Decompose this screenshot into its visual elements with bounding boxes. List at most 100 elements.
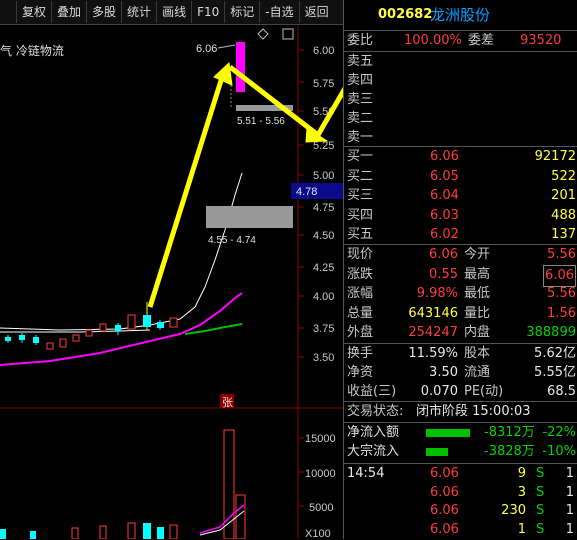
toolbar-overlay-button[interactable]: 叠加	[52, 1, 88, 23]
price-tick: 4.75	[313, 202, 334, 214]
fund-label: PE(动)	[464, 384, 504, 399]
volume-tick: 10000	[305, 468, 336, 480]
kline-chart[interactable]: 气 冷链物流 6.00 5.75 5.50 5.25 5.00 4.75 4.5…	[0, 25, 343, 539]
tick-volume: 1	[517, 521, 526, 537]
ma-flat-line	[0, 329, 151, 333]
ask-row[interactable]: 卖五	[344, 52, 577, 72]
quote-stat-row: 现价 6.06 今开 5.56	[344, 245, 577, 265]
flow-percent: -22%	[542, 425, 576, 440]
tick-side: S	[536, 521, 545, 537]
tick-time: 14:54	[347, 466, 385, 481]
arrowhead-down	[305, 127, 329, 143]
stat-value: 388899	[526, 325, 576, 340]
stat-label: 内盘	[464, 325, 491, 340]
stat-value: 9.98%	[416, 286, 458, 301]
fundamental-row: 收益(三) 0.070 PE(动) 68.5	[344, 382, 577, 402]
fund-value: 5.62亿	[534, 346, 576, 361]
bid-row[interactable]: 买四 6.03 488	[344, 206, 577, 226]
current-price-tag-text: 4.78	[296, 186, 317, 198]
weibi-label: 委比	[347, 33, 374, 48]
kline-chart-svg[interactable]: 气 冷链物流 6.00 5.75 5.50 5.25 5.00 4.75 4.5…	[0, 25, 343, 539]
price-tick: 3.75	[313, 323, 334, 335]
weicha-value: 93520	[520, 33, 562, 48]
bid-row[interactable]: 买二 6.05 522	[344, 167, 577, 187]
toolbar-back-button[interactable]: 返回	[300, 1, 334, 23]
diamond-icon	[257, 28, 269, 40]
bid-price: 6.06	[430, 149, 459, 164]
ask-row[interactable]: 卖三	[344, 90, 577, 110]
quote-stat-row: 外盘 254247 内盘 388899	[344, 323, 577, 343]
tick-volume: 9	[517, 466, 526, 481]
bid-price: 6.02	[430, 227, 459, 242]
stat-label: 外盘	[347, 325, 374, 340]
price-tick: 4.00	[313, 291, 334, 303]
fundamental-row: 净资 3.50 流通 5.55亿	[344, 363, 577, 383]
fund-value: 0.070	[420, 384, 458, 399]
stat-value: 643146	[408, 305, 458, 321]
flow-amount: -8312万	[484, 425, 535, 440]
square-icon	[282, 28, 294, 40]
price-tick: 6.00	[313, 45, 334, 57]
tick-row: 6.06 3 S 1	[344, 483, 577, 503]
stat-label: 总量	[347, 305, 374, 321]
toolbar-mark-button[interactable]: 标记	[225, 1, 261, 23]
toolbar-handle[interactable]	[0, 1, 17, 23]
price-tick: 5.00	[313, 170, 334, 182]
ask-row[interactable]: 卖一	[344, 128, 577, 148]
price-tick: 4.25	[313, 262, 334, 274]
flow-bar	[426, 429, 470, 437]
fund-value: 3.50	[429, 365, 458, 380]
toolbar-remove-watchlist-button[interactable]: -自选	[260, 1, 300, 23]
bid-label: 买二	[347, 168, 374, 184]
ask-row[interactable]: 卖四	[344, 71, 577, 91]
upper-zone-label: 5.51 - 5.56	[237, 116, 285, 127]
price-tick: 3.50	[313, 352, 334, 364]
bid-row[interactable]: 买一 6.06 92172	[344, 147, 577, 167]
bid-label: 买四	[347, 207, 374, 223]
quote-panel: 002682 龙洲股份 委比 100.00% 委差 93520 卖五 卖四 卖三…	[343, 0, 577, 539]
flow-bar	[426, 448, 448, 456]
price-tick: 5.75	[313, 78, 334, 90]
toolbar-fuquan-button[interactable]: 复权	[17, 1, 53, 23]
tick-row: 6.06 230 S 1	[344, 501, 577, 521]
bid-row[interactable]: 买三 6.04 201	[344, 186, 577, 206]
ma-long-line	[184, 323, 243, 335]
stat-label: 涨幅	[347, 286, 374, 301]
ma-short-line	[0, 172, 243, 331]
lower-zone-box	[206, 206, 293, 228]
flow-amount: -3828万	[484, 444, 535, 459]
ask-row[interactable]: 卖二	[344, 109, 577, 129]
chart-toolbar: 复权 叠加 多股 统计 画线 F10 标记 -自选 返回	[0, 0, 343, 25]
stat-label: 量比	[464, 305, 491, 321]
toolbar-f10-button[interactable]: F10	[192, 1, 226, 23]
bid-row[interactable]: 买五 6.02 137	[344, 225, 577, 245]
ask-label: 卖三	[347, 92, 374, 107]
stat-label: 现价	[347, 247, 374, 262]
trade-status-value: 闭市阶段 15:00:03	[416, 404, 531, 419]
price-tick: 4.50	[313, 230, 334, 242]
bid-label: 买五	[347, 227, 374, 242]
limit-up-tag-text: 张	[222, 396, 233, 409]
bid-volume: 92172	[534, 149, 576, 164]
high-pointer-line	[217, 44, 236, 49]
ask-label: 卖五	[347, 54, 374, 69]
stat-value: 5.56	[547, 286, 576, 301]
fund-label: 净资	[347, 365, 374, 380]
tick-price: 6.06	[430, 521, 459, 537]
bid-volume: 201	[551, 188, 576, 203]
toolbar-multi-stock-button[interactable]: 多股	[87, 1, 123, 23]
toolbar-draw-line-button[interactable]: 画线	[157, 1, 193, 23]
price-axis-ticks	[298, 49, 304, 358]
stock-name: 龙洲股份	[430, 6, 491, 24]
stock-header: 002682 龙洲股份	[344, 3, 577, 27]
ask-label: 卖四	[347, 73, 374, 88]
volume-tick: 15000	[305, 433, 336, 445]
tick-count: 1	[565, 466, 574, 481]
volume-tick: 5000	[309, 502, 333, 514]
weibi-row: 委比 100.00% 委差 93520	[344, 31, 577, 51]
stat-value: 0.55	[429, 266, 458, 282]
stat-label: 最低	[464, 286, 491, 301]
stat-label: 最高	[464, 266, 491, 282]
toolbar-stats-button[interactable]: 统计	[122, 1, 158, 23]
tick-count: 1	[565, 484, 574, 500]
